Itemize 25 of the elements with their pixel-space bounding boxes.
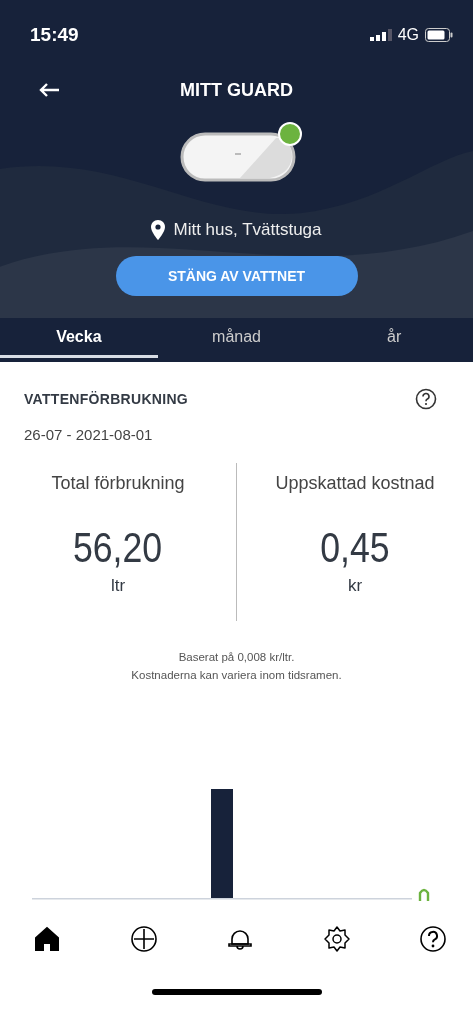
stat-label: Uppskattad kostnad <box>275 473 435 494</box>
cost-note: Kostnaderna kan variera inom tidsramen. <box>131 669 342 681</box>
battery-icon <box>425 28 453 42</box>
stat-unit: ltr <box>110 576 126 596</box>
signal-icon <box>369 29 392 41</box>
network-label: 4G <box>397 26 419 44</box>
stat-value: 56,20 <box>73 524 163 572</box>
status-time: 15:49 <box>30 24 79 46</box>
page-title: MITT GUARD <box>180 79 293 101</box>
date-range: 26-07 - 2021-08-01 <box>24 426 154 443</box>
back-arrow-icon[interactable] <box>38 82 60 98</box>
stat-unit: kr <box>347 576 363 596</box>
settings-icon[interactable] <box>322 925 351 953</box>
stat-label: Total förbrukning <box>51 473 185 494</box>
section-title: VATTENFÖRBRUKNING <box>24 391 188 407</box>
home-icon[interactable] <box>33 925 61 953</box>
arch-icon <box>418 889 430 901</box>
help-icon[interactable] <box>415 388 437 410</box>
help-icon[interactable] <box>419 925 447 953</box>
location-label: Mitt hus, Tvättstuga <box>173 220 322 240</box>
stat-value: 0,45 <box>320 524 390 572</box>
add-icon[interactable] <box>129 925 158 953</box>
location-pin-icon <box>151 220 166 240</box>
period-tab[interactable]: Vecka <box>0 318 158 358</box>
cost-note: Baserat på 0,008 kr/ltr. <box>178 651 295 663</box>
